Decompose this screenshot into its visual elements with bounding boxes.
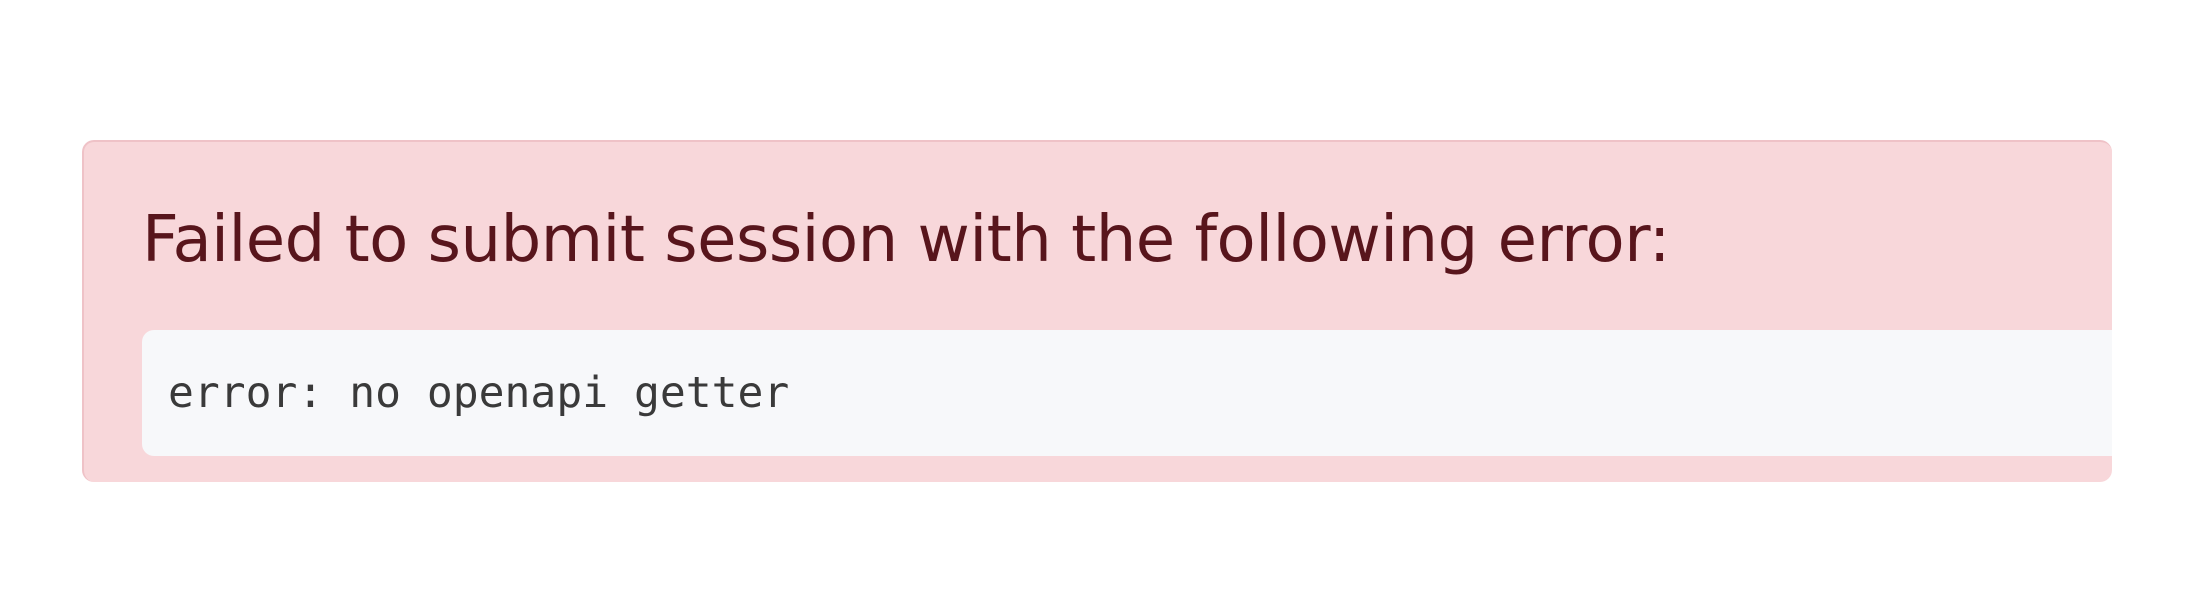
error-alert: Failed to submit session with the follow… xyxy=(82,140,2112,482)
alert-heading: Failed to submit session with the follow… xyxy=(142,203,1670,277)
page: Failed to submit session with the follow… xyxy=(0,0,2186,593)
error-message: error: no openapi getter xyxy=(168,368,790,418)
error-code-block: error: no openapi getter xyxy=(142,330,2112,456)
